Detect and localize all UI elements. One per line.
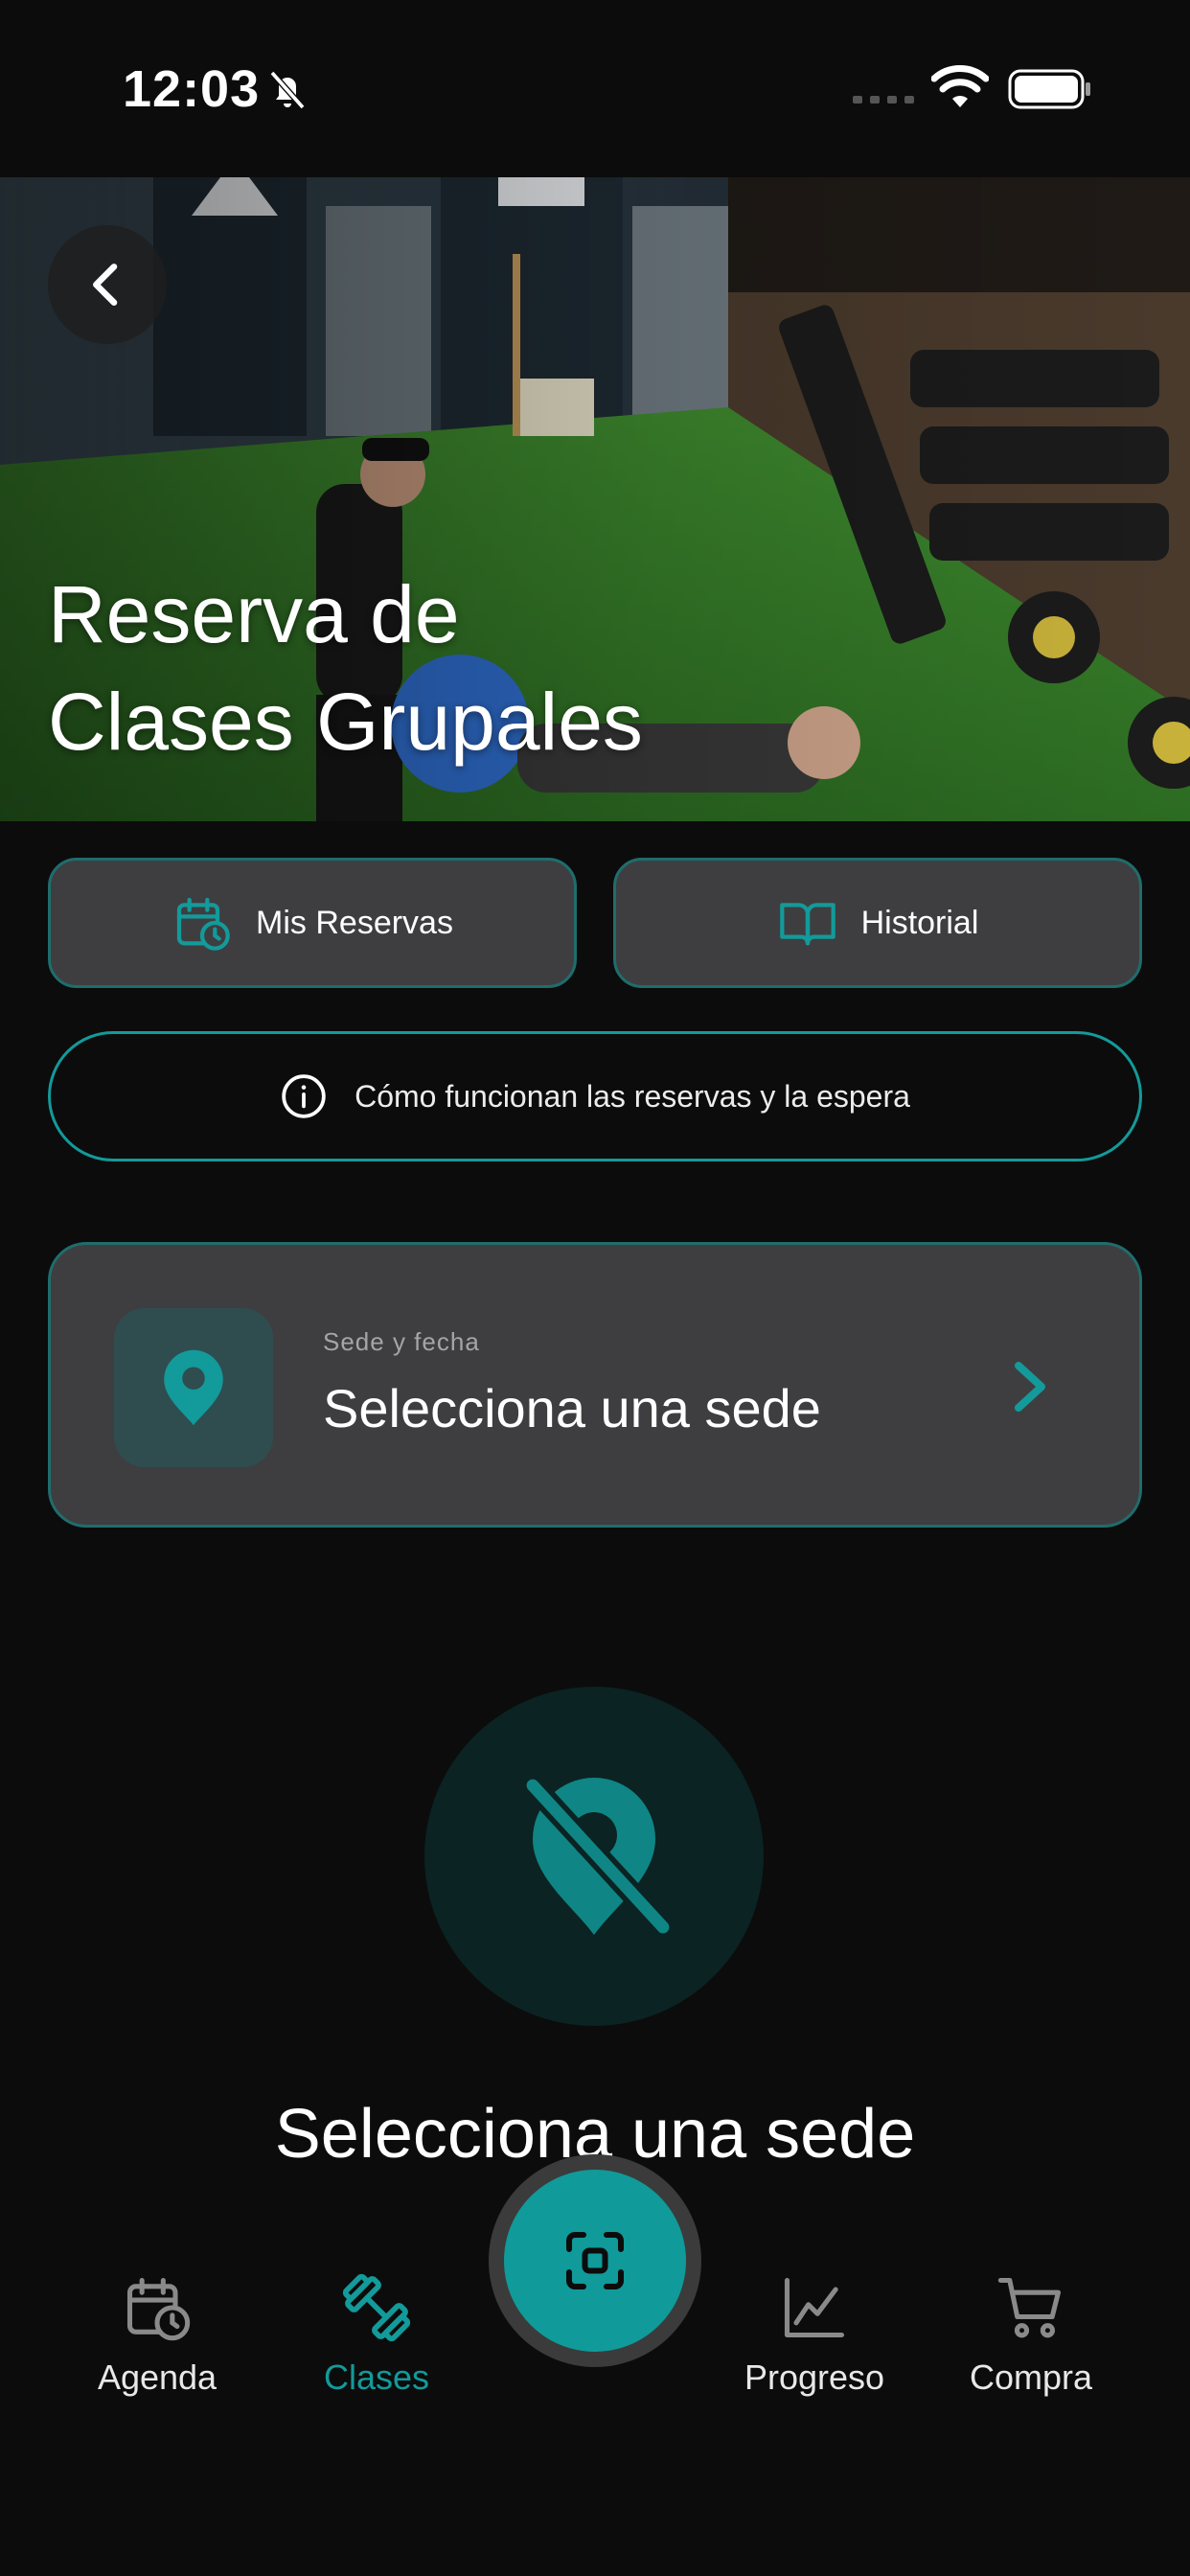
status-bar: 12:03 <box>0 0 1190 177</box>
mis-reservas-button[interactable]: Mis Reservas <box>48 858 577 988</box>
nav-item-compra[interactable]: Compra <box>926 2271 1136 2425</box>
calendar-clock-icon <box>176 897 230 951</box>
location-pin-icon <box>164 1349 223 1426</box>
chart-line-icon <box>784 2277 845 2338</box>
nav-label-agenda: Agenda <box>97 2358 217 2397</box>
sede-icon-box <box>114 1308 273 1467</box>
reservations-info-button[interactable]: Cómo funcionan las reservas y la espera <box>48 1031 1142 1162</box>
nav-label-progreso: Progreso <box>744 2358 885 2397</box>
scan-button-ring <box>489 2154 701 2367</box>
nav-item-agenda[interactable]: Agenda <box>52 2271 263 2425</box>
page-title: Reserva de Clases Grupales <box>48 561 910 775</box>
nav-label-clases: Clases <box>323 2358 430 2397</box>
status-time: 12:03 <box>123 60 261 118</box>
chevron-left-icon <box>93 264 118 306</box>
nav-label-compra: Compra <box>969 2358 1093 2397</box>
signal-icon <box>853 96 914 104</box>
bell-off-icon <box>269 70 306 110</box>
dumbbell-icon <box>342 2273 411 2342</box>
scan-button[interactable] <box>504 2170 686 2352</box>
back-button[interactable] <box>48 225 167 344</box>
page-title-line1: Reserva de <box>48 569 460 659</box>
sede-selector-card[interactable]: Sede y fecha Selecciona una sede <box>48 1242 1142 1528</box>
nav-item-clases[interactable]: Clases <box>271 2271 482 2425</box>
mis-reservas-label: Mis Reservas <box>256 904 453 941</box>
book-open-icon <box>779 903 835 946</box>
location-off-icon <box>524 1777 671 1936</box>
sede-caption: Sede y fecha <box>323 1327 480 1356</box>
chevron-right-icon <box>1015 1362 1045 1412</box>
sede-value: Selecciona una sede <box>323 1378 821 1438</box>
reservations-info-label: Cómo funcionan las reservas y la espera <box>355 1078 910 1114</box>
scan-icon <box>566 2232 624 2289</box>
page-title-line2: Clases Grupales <box>48 677 643 767</box>
hero-banner: Reserva de Clases Grupales <box>0 177 1190 821</box>
info-icon <box>282 1074 326 1118</box>
battery-icon <box>1008 69 1090 109</box>
historial-button[interactable]: Historial <box>613 858 1142 988</box>
wifi-icon <box>931 65 989 107</box>
calendar-clock-icon <box>126 2277 191 2341</box>
cart-icon <box>997 2277 1062 2338</box>
historial-label: Historial <box>860 904 979 941</box>
empty-state-illustration <box>424 1687 764 2026</box>
nav-item-progreso[interactable]: Progreso <box>709 2271 920 2425</box>
